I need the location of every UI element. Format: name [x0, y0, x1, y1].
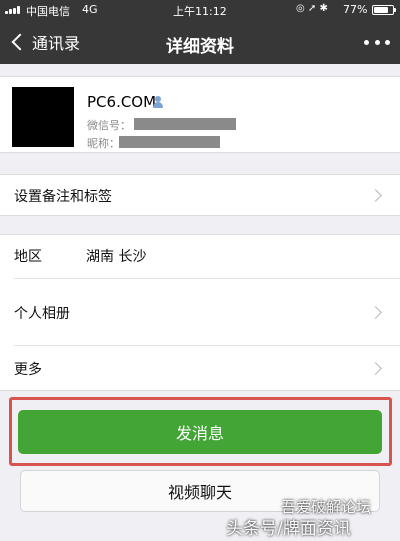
album-label: 个人相册	[14, 306, 70, 322]
battery-icon	[372, 5, 396, 15]
nav-bar: 通讯录 详细资料	[0, 20, 400, 64]
chevron-right-icon	[369, 306, 382, 319]
profile-name: PC6.COM	[87, 93, 157, 111]
details-group: 地区 湖南 长沙 个人相册 更多	[0, 234, 400, 391]
status-bar: 中国电信 4G 上午11:12 ◎ ➚ ✱ 77%	[0, 0, 400, 20]
person-icon	[152, 96, 164, 108]
signal-icon	[5, 6, 23, 14]
page-title: 详细资料	[166, 37, 234, 57]
chevron-right-icon	[369, 189, 382, 202]
battery-percent: 77%	[343, 3, 368, 16]
remark-tags-label: 设置备注和标签	[14, 189, 112, 205]
nickname-redacted	[119, 136, 220, 148]
remark-tags-row[interactable]: 设置备注和标签	[0, 174, 400, 216]
nickname-label: 昵称：	[87, 137, 120, 150]
more-dots-icon[interactable]	[364, 34, 390, 50]
battery-fill	[374, 7, 388, 13]
clock: 上午11:12	[173, 5, 227, 18]
location-icon: ◎ ➚ ✱	[296, 3, 328, 14]
region-label: 地区	[14, 249, 42, 265]
album-row[interactable]: 个人相册	[0, 279, 400, 345]
wechat-id-label: 微信号：	[87, 119, 131, 132]
profile-card: PC6.COM 微信号： 昵称：	[0, 76, 400, 153]
chevron-right-icon	[369, 362, 382, 375]
carrier-name: 中国电信	[26, 5, 70, 18]
send-message-button[interactable]: 发消息	[18, 410, 382, 454]
network-type: 4G	[82, 3, 98, 16]
more-label: 更多	[14, 362, 42, 378]
source-watermark: 头条号/牌面资讯	[226, 519, 351, 539]
avatar[interactable]	[12, 87, 74, 147]
more-row[interactable]: 更多	[0, 346, 400, 391]
wechat-id-redacted	[134, 118, 236, 130]
region-value: 湖南 长沙	[86, 249, 147, 265]
